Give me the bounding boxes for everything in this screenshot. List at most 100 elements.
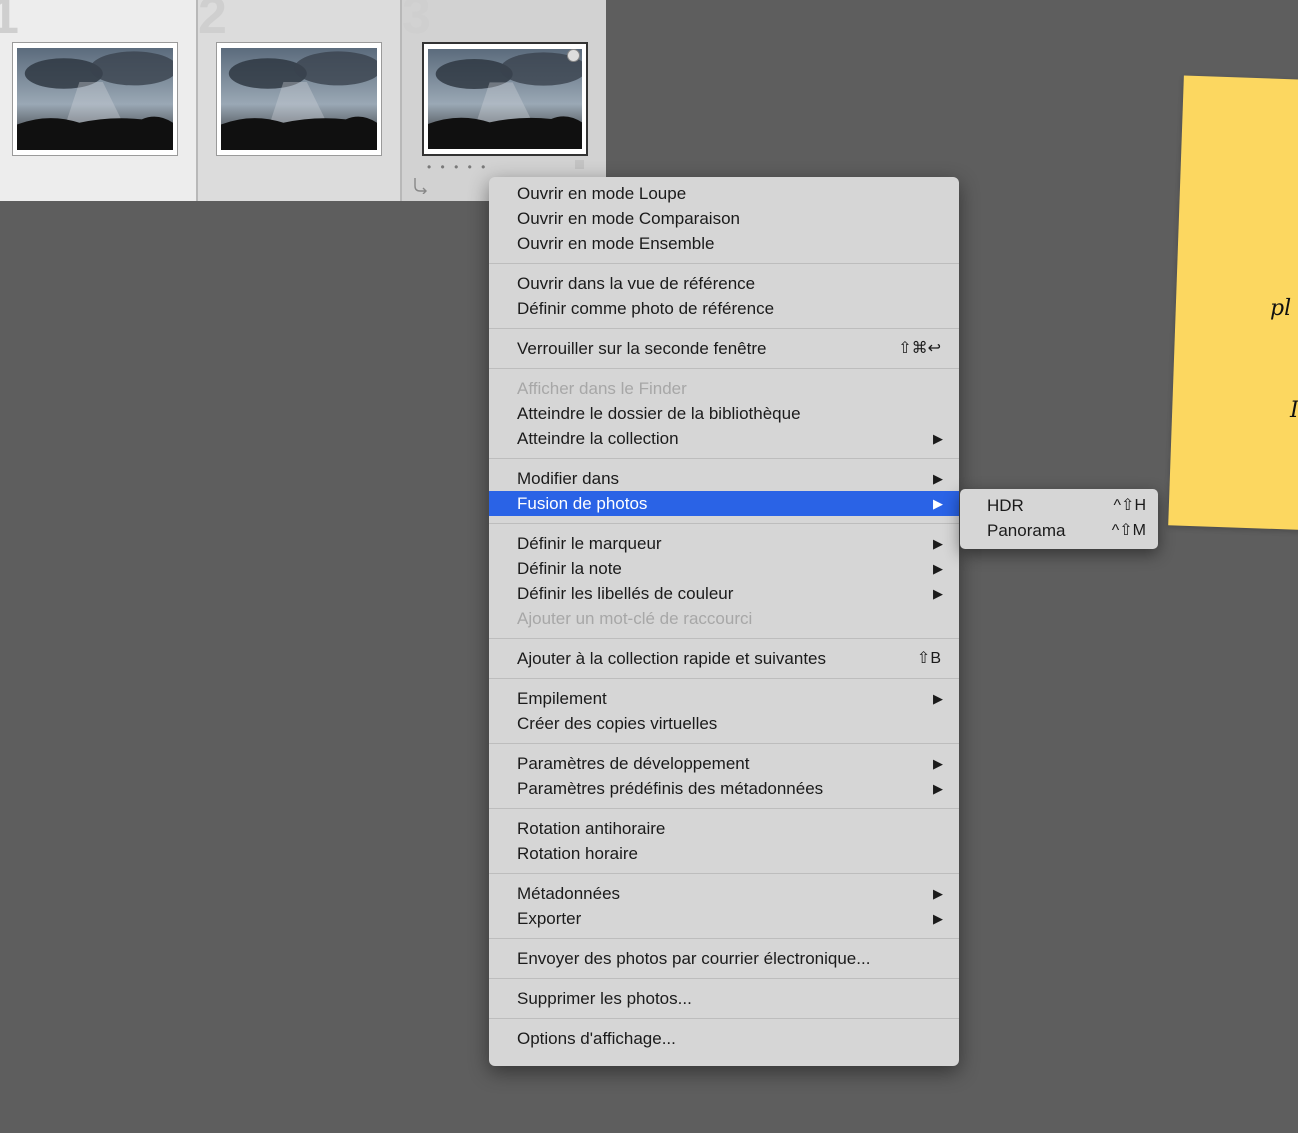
menu-item[interactable]: Paramètres prédéfinis des métadonnées ▶ bbox=[489, 776, 959, 801]
submenu-item-label: HDR bbox=[987, 496, 1024, 515]
menu-item-label: Exporter bbox=[517, 909, 582, 928]
submenu-item[interactable]: Panorama ^⇧M bbox=[960, 518, 1158, 543]
submenu-arrow-icon: ▶ bbox=[933, 911, 943, 926]
submenu-arrow-icon: ▶ bbox=[933, 471, 943, 486]
menu-item-label: Supprimer les photos... bbox=[517, 989, 692, 1008]
menu-item-label: Verrouiller sur la seconde fenêtre bbox=[517, 339, 767, 358]
menu-separator bbox=[489, 523, 959, 524]
submenu-arrow-icon: ▶ bbox=[933, 756, 943, 771]
sticky-note-text-2: I bbox=[1290, 398, 1298, 423]
menu-item-label: Envoyer des photos par courrier électron… bbox=[517, 949, 871, 968]
menu-item-label: Paramètres de développement bbox=[517, 754, 750, 773]
menu-item-label: Créer des copies virtuelles bbox=[517, 714, 718, 733]
submenu-item[interactable]: HDR ^⇧H bbox=[960, 493, 1158, 518]
submenu-arrow-icon: ▶ bbox=[933, 561, 943, 576]
menu-item[interactable]: Ouvrir dans la vue de référence bbox=[489, 271, 959, 296]
filmstrip-cell-3-selected[interactable]: 3 • • • • • bbox=[402, 0, 606, 201]
menu-item[interactable]: Créer des copies virtuelles bbox=[489, 711, 959, 736]
menu-item-label: Atteindre la collection bbox=[517, 429, 679, 448]
filmstrip-cell-1[interactable]: 1 bbox=[0, 0, 198, 201]
menu-item-label: Ajouter à la collection rapide et suivan… bbox=[517, 649, 827, 668]
menu-item: Ajouter un mot-clé de raccourci bbox=[489, 606, 959, 631]
thumbnail-frame[interactable] bbox=[12, 42, 178, 156]
menu-item-label: Rotation horaire bbox=[517, 844, 638, 863]
menu-item[interactable]: Fusion de photos ▶ bbox=[489, 491, 959, 516]
menu-item[interactable]: Ouvrir en mode Loupe bbox=[489, 181, 959, 206]
rating-dots[interactable]: • • • • • bbox=[427, 160, 488, 174]
sticky-note-text-1: pl bbox=[1270, 296, 1292, 321]
rotate-arrow-icon[interactable] bbox=[412, 176, 430, 194]
menu-item[interactable]: Verrouiller sur la seconde fenêtre ⇧⌘↩ bbox=[489, 336, 959, 361]
cell-number: 3 bbox=[402, 0, 431, 45]
menu-item-label: Métadonnées bbox=[517, 884, 621, 903]
menu-item-label: Ouvrir en mode Comparaison bbox=[517, 209, 740, 228]
photo-thumbnail[interactable] bbox=[428, 49, 582, 149]
menu-separator bbox=[489, 458, 959, 459]
menu-separator bbox=[489, 368, 959, 369]
submenu-arrow-icon: ▶ bbox=[933, 886, 943, 901]
keyboard-shortcut: ⇧B bbox=[916, 650, 941, 667]
menu-item[interactable]: Définir les libellés de couleur ▶ bbox=[489, 581, 959, 606]
menu-item[interactable]: Empilement ▶ bbox=[489, 686, 959, 711]
keyboard-shortcut: ^⇧M bbox=[1111, 522, 1146, 539]
menu-item[interactable]: Options d'affichage... bbox=[489, 1026, 959, 1051]
photo-thumbnail[interactable] bbox=[17, 48, 173, 150]
menu-item-label: Ouvrir en mode Ensemble bbox=[517, 234, 715, 253]
menu-item[interactable]: Envoyer des photos par courrier électron… bbox=[489, 946, 959, 971]
photo-thumbnail[interactable] bbox=[221, 48, 377, 150]
submenu-arrow-icon: ▶ bbox=[933, 586, 943, 601]
menu-item[interactable]: Définir comme photo de référence bbox=[489, 296, 959, 321]
menu-item-label: Rotation antihoraire bbox=[517, 819, 666, 838]
keyboard-shortcut: ^⇧H bbox=[1113, 497, 1146, 514]
menu-item-label: Définir le marqueur bbox=[517, 534, 662, 553]
menu-item[interactable]: Exporter ▶ bbox=[489, 906, 959, 931]
menu-item-label: Options d'affichage... bbox=[517, 1029, 676, 1048]
menu-item[interactable]: Ouvrir en mode Comparaison bbox=[489, 206, 959, 231]
submenu-arrow-icon: ▶ bbox=[933, 781, 943, 796]
menu-item[interactable]: Métadonnées ▶ bbox=[489, 881, 959, 906]
filmstrip-cell-2[interactable]: 2 bbox=[198, 0, 402, 201]
status-circle-icon[interactable] bbox=[567, 49, 580, 62]
submenu-arrow-icon: ▶ bbox=[933, 536, 943, 551]
submenu-arrow-icon: ▶ bbox=[933, 431, 943, 446]
cell-number: 1 bbox=[0, 0, 19, 45]
menu-item[interactable]: Rotation horaire bbox=[489, 841, 959, 866]
menu-separator bbox=[489, 1018, 959, 1019]
menu-item[interactable]: Définir la note ▶ bbox=[489, 556, 959, 581]
menu-item[interactable]: Modifier dans ▶ bbox=[489, 466, 959, 491]
menu-item[interactable]: Supprimer les photos... bbox=[489, 986, 959, 1011]
menu-item-label: Paramètres prédéfinis des métadonnées bbox=[517, 779, 824, 798]
menu-item[interactable]: Ouvrir en mode Ensemble bbox=[489, 231, 959, 256]
menu-item[interactable]: Définir le marqueur ▶ bbox=[489, 531, 959, 556]
menu-item[interactable]: Atteindre le dossier de la bibliothèque bbox=[489, 401, 959, 426]
menu-item-label: Empilement bbox=[517, 689, 607, 708]
menu-item[interactable]: Rotation antihoraire bbox=[489, 816, 959, 841]
menu-separator bbox=[489, 743, 959, 744]
menu-item: Afficher dans le Finder bbox=[489, 376, 959, 401]
menu-separator bbox=[489, 938, 959, 939]
cell-number: 2 bbox=[198, 0, 227, 45]
menu-item-label: Définir comme photo de référence bbox=[517, 299, 775, 318]
menu-separator bbox=[489, 638, 959, 639]
menu-item[interactable]: Atteindre la collection ▶ bbox=[489, 426, 959, 451]
photo-merge-submenu: HDR ^⇧H Panorama ^⇧M bbox=[960, 489, 1158, 549]
menu-item-label: Définir les libellés de couleur bbox=[517, 584, 734, 603]
menu-item-label: Modifier dans bbox=[517, 469, 620, 488]
thumbnail-frame[interactable] bbox=[422, 42, 588, 156]
menu-item-label: Fusion de photos bbox=[517, 494, 648, 513]
menu-item-label: Afficher dans le Finder bbox=[517, 379, 687, 398]
menu-separator bbox=[489, 328, 959, 329]
menu-separator bbox=[489, 873, 959, 874]
keyboard-shortcut: ⇧⌘↩ bbox=[898, 340, 941, 357]
menu-separator bbox=[489, 678, 959, 679]
menu-item[interactable]: Paramètres de développement ▶ bbox=[489, 751, 959, 776]
context-menu: Ouvrir en mode Loupe Ouvrir en mode Compa… bbox=[489, 177, 959, 1066]
menu-item-label: Ouvrir en mode Loupe bbox=[517, 184, 687, 203]
thumbnail-frame[interactable] bbox=[216, 42, 382, 156]
corner-marker-icon bbox=[575, 160, 584, 169]
menu-item-label: Définir la note bbox=[517, 559, 622, 578]
menu-separator bbox=[489, 978, 959, 979]
menu-item[interactable]: Ajouter à la collection rapide et suivan… bbox=[489, 646, 959, 671]
filmstrip: 1 2 3 • • • • • bbox=[0, 0, 606, 201]
submenu-arrow-icon: ▶ bbox=[933, 691, 943, 706]
